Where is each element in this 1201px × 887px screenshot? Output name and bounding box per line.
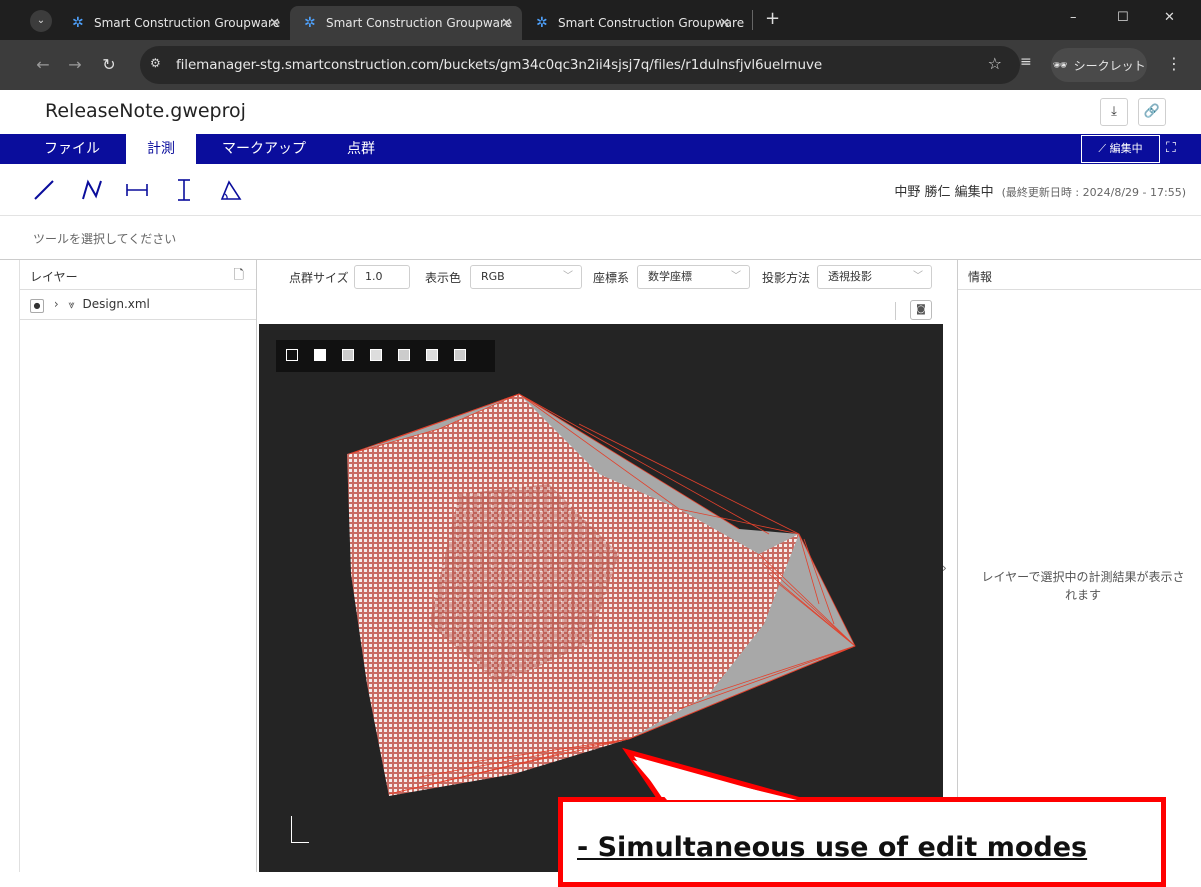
edit-mode-label: 編集中 [1109, 142, 1143, 155]
3d-viewport[interactable] [259, 324, 943, 872]
tab-title: Smart Construction Groupware [558, 16, 745, 30]
collapse-panel-icon[interactable]: › [942, 561, 947, 575]
url-text: filemanager-stg.smartconstruction.com/bu… [176, 57, 823, 73]
layers-panel: レイヤー 🗋 ● › ⩔ Design.xml [20, 260, 257, 872]
measure-toolbar: 中野 勝仁 編集中 (最終更新日時 : 2024/8/29 - 17:55) [0, 164, 1201, 216]
layers-title: レイヤー [30, 270, 78, 284]
tab-search-button[interactable]: ⌄ [30, 10, 52, 32]
tool-hint: ツールを選択してください [33, 232, 177, 246]
new-tab-button[interactable]: + [765, 8, 780, 29]
project-title: ReleaseNote.gweproj [45, 100, 246, 122]
maximize-button[interactable]: ☐ [1117, 10, 1129, 25]
reading-list-icon[interactable]: ≡ [1020, 54, 1032, 70]
browser-tab-bar: ⌄ ✲ Smart Construction Groupware ✕ ✲ Sma… [0, 0, 1201, 40]
minimize-button[interactable]: – [1070, 10, 1077, 25]
point-cloud-mesh [347, 393, 856, 796]
chevron-down-icon: ﹀ [731, 271, 741, 282]
design-file-icon: ⩔ [68, 298, 75, 311]
info-message: レイヤーで選択中の計測結果が表示されます [981, 570, 1185, 602]
menu-measure[interactable]: 計測 [126, 134, 196, 164]
size-label: 点群サイズ [289, 271, 349, 285]
menu-markup[interactable]: マークアップ [222, 134, 322, 164]
close-window-button[interactable]: ✕ [1164, 10, 1175, 25]
main-menu-bar: ファイル 計測 マークアップ 点群 ⟋ 編集中 ⛶ [0, 134, 1201, 164]
size-value: 1.0 [365, 270, 383, 283]
close-tab-icon[interactable]: ✕ [719, 16, 730, 31]
editor-status: 中野 勝仁 編集中 (最終更新日時 : 2024/8/29 - 17:55) [894, 181, 1186, 200]
info-panel: 情報 レイヤーで選択中の計測結果が表示されます [957, 260, 1201, 872]
chevron-down-icon: ﹀ [563, 271, 573, 282]
color-label: 表示色 [425, 271, 462, 285]
add-layer-icon[interactable]: 🗋 [234, 266, 244, 288]
reload-button[interactable]: ↻ [96, 52, 122, 78]
layer-name: Design.xml [82, 297, 150, 311]
size-input[interactable]: 1.0 [354, 265, 410, 289]
menu-pointcloud[interactable]: 点群 [347, 134, 407, 164]
horizontal-distance-icon[interactable] [123, 176, 151, 204]
layers-header: レイヤー 🗋 [20, 260, 256, 290]
incognito-badge[interactable]: 🕶 シークレット [1051, 48, 1147, 82]
vertical-distance-icon[interactable] [170, 176, 198, 204]
info-header: 情報 [958, 260, 1201, 290]
chevron-right-icon[interactable]: › [54, 297, 59, 311]
projection-value: 透視投影 [828, 270, 872, 283]
annotation-callout: - Simultaneous use of edit modes [558, 797, 1166, 887]
browser-tab-3[interactable]: ✲ Smart Construction Groupware ✕ [522, 6, 750, 40]
coord-select[interactable]: 数学座標 ﹀ [637, 265, 750, 289]
app-header: ReleaseNote.gweproj ⤓ 🔗 [0, 90, 1201, 134]
incognito-icon: 🕶 [1052, 58, 1068, 72]
browser-tab-1[interactable]: ✲ Smart Construction Groupware ✕ [58, 6, 290, 40]
callout-text: - Simultaneous use of edit modes [577, 832, 1088, 863]
pencil-icon: ⟋ [1098, 142, 1110, 155]
viewer-subbar: ◙ [257, 296, 957, 324]
close-tab-icon[interactable]: ✕ [501, 16, 512, 31]
browser-menu-icon[interactable]: ⋮ [1166, 54, 1182, 73]
back-button[interactable]: ← [30, 52, 56, 78]
incognito-label: シークレット [1073, 58, 1146, 73]
download-icon[interactable]: ⤓ [1100, 98, 1128, 126]
last-updated: (最終更新日時 : 2024/8/29 - 17:55) [1001, 186, 1186, 199]
layer-row[interactable]: ● › ⩔ Design.xml [20, 290, 256, 320]
close-tab-icon[interactable]: ✕ [269, 16, 280, 31]
screenshot-icon[interactable]: ◙ [910, 300, 932, 320]
forward-button[interactable]: → [62, 52, 88, 78]
projection-label: 投影方法 [762, 271, 811, 285]
coord-value: 数学座標 [648, 270, 692, 283]
favicon-icon: ✲ [72, 15, 84, 31]
tab-title: Smart Construction Groupware [326, 16, 513, 30]
projection-select[interactable]: 透視投影 ﹀ [817, 265, 932, 289]
bookmark-star-icon[interactable]: ☆ [988, 54, 1002, 73]
viewer-area: 点群サイズ 1.0 表示色 RGB ﹀ 座標系 数学座標 ﹀ 投影方法 透視投影 ﹀ … [257, 260, 957, 872]
color-value: RGB [481, 270, 505, 283]
site-info-icon[interactable]: ⚙ [150, 56, 170, 74]
chevron-down-icon: ﹀ [913, 271, 923, 282]
line-tool-icon[interactable] [30, 176, 58, 204]
color-select[interactable]: RGB ﹀ [470, 265, 582, 289]
divider [895, 302, 896, 320]
favicon-icon: ✲ [536, 15, 548, 31]
browser-tab-2[interactable]: ✲ Smart Construction Groupware ✕ [290, 6, 522, 40]
pointcloud-controls: 点群サイズ 1.0 表示色 RGB ﹀ 座標系 数学座標 ﹀ 投影方法 透視投影 ﹀ [257, 260, 957, 296]
tab-divider [752, 10, 753, 30]
link-icon[interactable]: 🔗 [1138, 98, 1166, 126]
polyline-tool-icon[interactable] [78, 176, 106, 204]
left-edge-strip [0, 260, 20, 872]
editor-name: 中野 勝仁 編集中 [894, 185, 994, 200]
tab-title: Smart Construction Groupware [94, 16, 281, 30]
url-bar[interactable]: ⚙ filemanager-stg.smartconstruction.com/… [140, 46, 1020, 84]
edit-mode-button[interactable]: ⟋ 編集中 [1081, 135, 1160, 163]
favicon-icon: ✲ [304, 15, 316, 31]
address-bar-row: ← → ↻ ⚙ filemanager-stg.smartconstructio… [0, 40, 1201, 90]
coord-label: 座標系 [593, 271, 630, 285]
menu-file[interactable]: ファイル [44, 134, 114, 164]
hint-bar: ツールを選択してください [0, 216, 1201, 260]
angle-tool-icon[interactable] [217, 176, 245, 204]
fullscreen-icon[interactable]: ⛶ [1166, 140, 1176, 156]
eye-icon[interactable]: ● [30, 299, 44, 313]
